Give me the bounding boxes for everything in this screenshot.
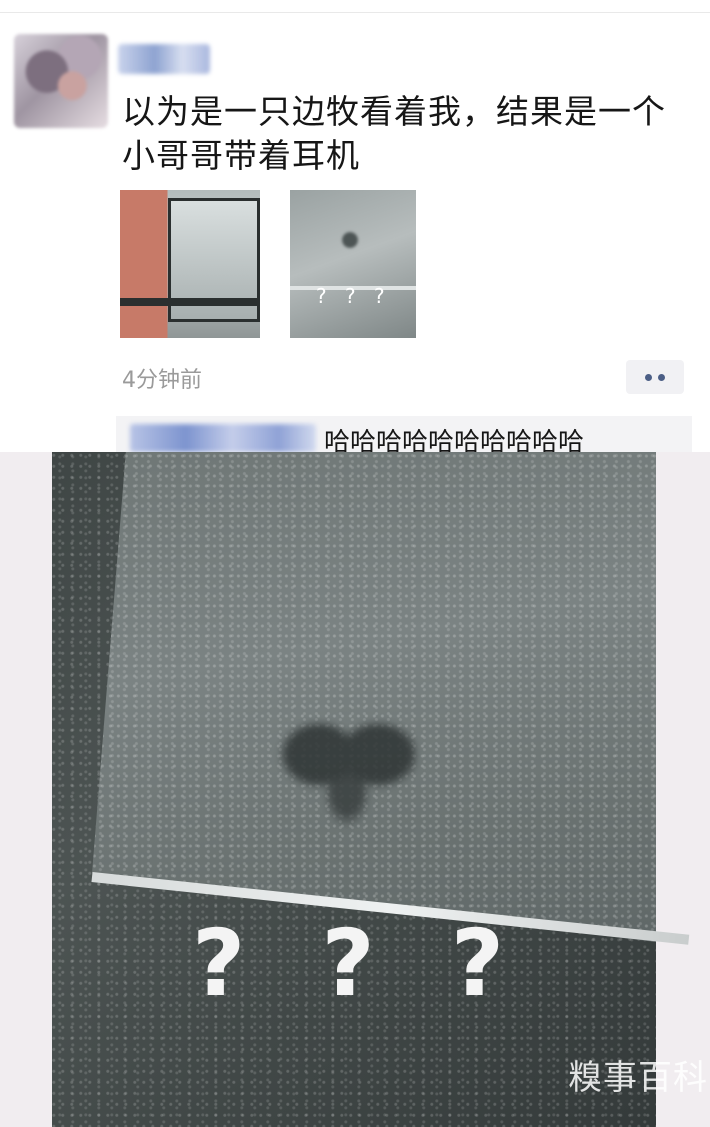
- headphone-figure-silhouette: [277, 687, 417, 837]
- comment-author-blurred[interactable]: [130, 424, 316, 452]
- nickname-blurred[interactable]: [118, 44, 210, 74]
- post-image-thumbnail-2[interactable]: ? ? ?: [290, 190, 416, 338]
- watermark: 糗事百科: [568, 1058, 708, 1098]
- question-marks-overlay: ? ? ?: [192, 910, 527, 1017]
- post-image-thumbnail-1[interactable]: [120, 190, 260, 338]
- enlarged-photo[interactable]: ? ? ? 糗事百科: [0, 452, 710, 1127]
- thumbnail-rail: [120, 298, 260, 306]
- comment-text: 哈哈哈哈哈哈哈哈哈哈: [324, 428, 585, 456]
- more-dots-icon: [658, 373, 665, 381]
- more-button[interactable]: [626, 360, 684, 394]
- avatar[interactable]: [14, 34, 108, 128]
- thumbnail-question-marks: ? ? ?: [316, 284, 391, 308]
- thumbnail-figure: [340, 228, 360, 252]
- more-dots-icon: [645, 373, 652, 381]
- post-text: 以为是一只边牧看着我，结果是一个小哥哥带着耳机: [122, 92, 666, 175]
- comment-area: 哈哈哈哈哈哈哈哈哈哈: [116, 416, 692, 456]
- top-divider: [0, 12, 710, 13]
- post-timestamp: 4分钟前: [122, 368, 202, 393]
- photo-frame: ? ? ?: [52, 452, 690, 1127]
